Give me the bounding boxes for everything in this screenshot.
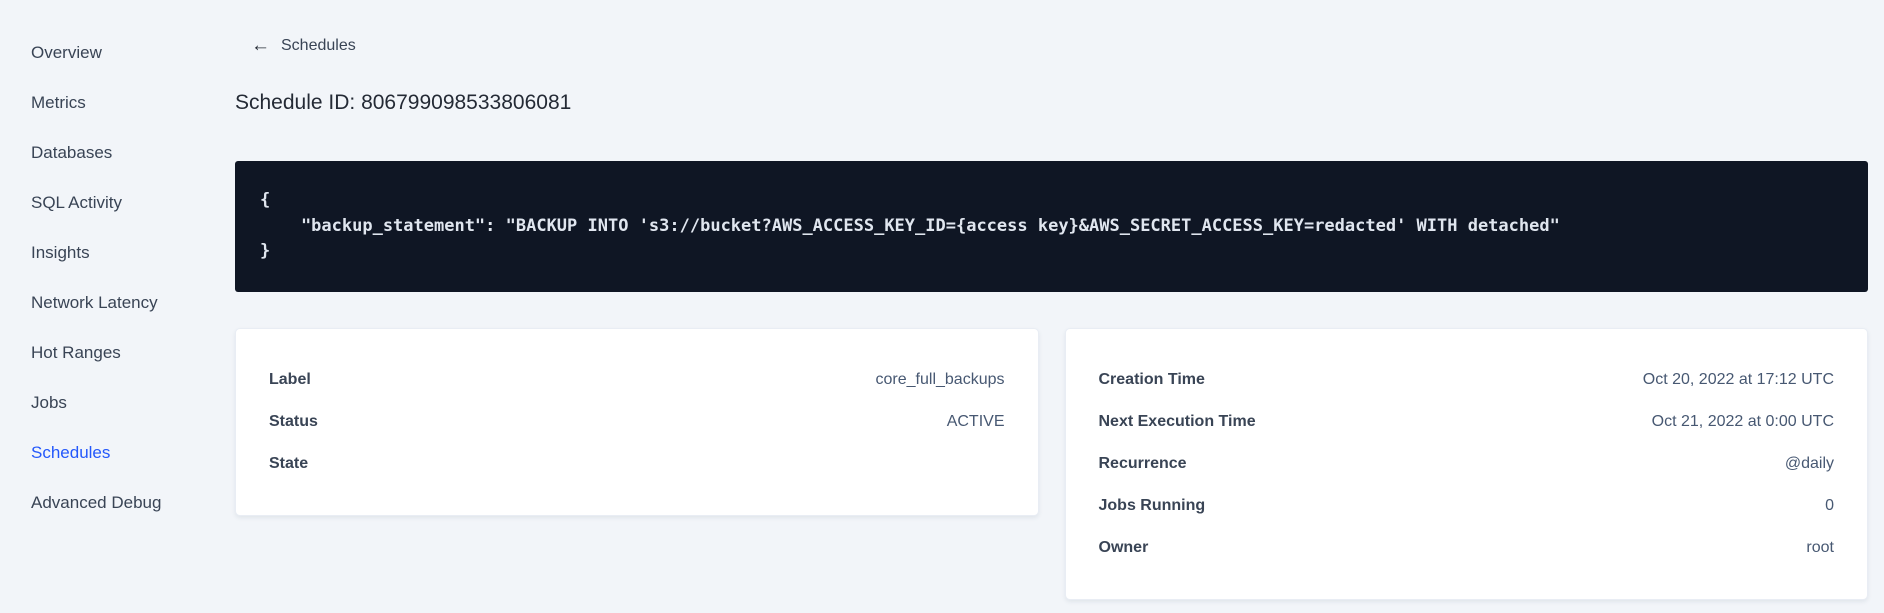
detail-row-label: Creation Time xyxy=(1098,370,1205,388)
detail-row-label: Label xyxy=(269,370,311,388)
code-line: { xyxy=(260,190,271,210)
detail-row-value: root xyxy=(1806,538,1834,556)
schedule-detail-cards: Label core_full_backups Status ACTIVE St… xyxy=(235,327,1868,600)
detail-row-value: @daily xyxy=(1784,454,1834,472)
back-link[interactable]: ← Schedules xyxy=(251,36,356,55)
detail-row-value: 0 xyxy=(1825,496,1834,514)
table-row: Status ACTIVE xyxy=(269,401,1005,443)
sidebar-item-overview[interactable]: Overview xyxy=(31,28,196,78)
page-title: Schedule ID: 806799098533806081 xyxy=(235,91,572,114)
left-arrow-icon: ← xyxy=(251,35,270,56)
code-line: } xyxy=(260,241,271,261)
table-row: Label core_full_backups xyxy=(269,359,1005,401)
table-row: Recurrence @daily xyxy=(1099,443,1835,485)
sidebar-item-jobs[interactable]: Jobs xyxy=(31,378,196,428)
detail-row-label: Recurrence xyxy=(1098,454,1187,472)
sidebar-item-metrics[interactable]: Metrics xyxy=(31,78,196,128)
detail-row-label: Jobs Running xyxy=(1098,496,1206,514)
schedule-timing-card: Creation Time Oct 20, 2022 at 17:12 UTC … xyxy=(1064,327,1868,600)
detail-row-value: Oct 20, 2022 at 17:12 UTC xyxy=(1642,370,1834,388)
sidebar: Overview Metrics Databases SQL Activity … xyxy=(0,0,196,613)
table-row: State xyxy=(269,443,1005,485)
sidebar-item-advanced-debug[interactable]: Advanced Debug xyxy=(31,478,196,528)
detail-row-label: Status xyxy=(269,412,318,430)
sidebar-item-network-latency[interactable]: Network Latency xyxy=(31,278,196,328)
detail-row-value: Oct 21, 2022 at 0:00 UTC xyxy=(1651,412,1834,430)
sidebar-item-databases[interactable]: Databases xyxy=(31,128,196,178)
detail-row-value: ACTIVE xyxy=(946,412,1005,430)
sidebar-item-insights[interactable]: Insights xyxy=(31,228,196,278)
table-row: Jobs Running 0 xyxy=(1099,485,1835,527)
schedule-detail-page: ← Schedules Schedule ID: 806799098533806… xyxy=(235,0,1868,600)
sidebar-item-hot-ranges[interactable]: Hot Ranges xyxy=(31,328,196,378)
sidebar-item-sql-activity[interactable]: SQL Activity xyxy=(31,178,196,228)
schedule-status-card: Label core_full_backups Status ACTIVE St… xyxy=(235,327,1039,516)
backup-statement-code-block: { "backup_statement": "BACKUP INTO 's3:/… xyxy=(235,161,1868,292)
detail-row-label: Next Execution Time xyxy=(1098,412,1256,430)
back-link-label: Schedules xyxy=(281,36,356,54)
code-line: "backup_statement": "BACKUP INTO 's3://b… xyxy=(260,215,1560,236)
detail-row-label: State xyxy=(269,454,309,472)
detail-row-label: Owner xyxy=(1098,538,1149,556)
table-row: Next Execution Time Oct 21, 2022 at 0:00… xyxy=(1099,401,1835,443)
table-row: Creation Time Oct 20, 2022 at 17:12 UTC xyxy=(1099,359,1835,401)
table-row: Owner root xyxy=(1099,527,1835,569)
detail-row-value: core_full_backups xyxy=(875,370,1005,388)
sidebar-item-schedules[interactable]: Schedules xyxy=(31,428,196,478)
